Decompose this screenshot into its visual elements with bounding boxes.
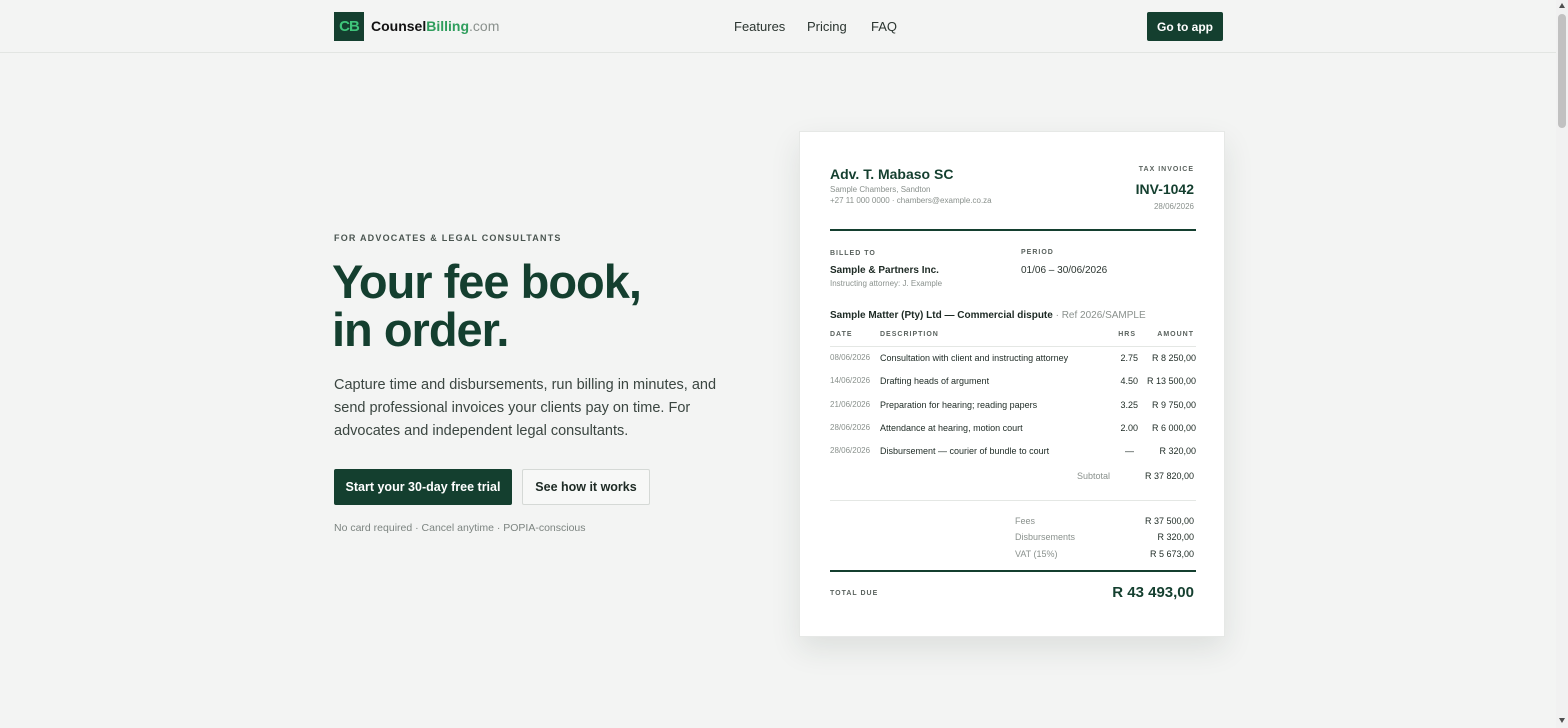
line-hrs: 2.00 bbox=[1120, 423, 1138, 433]
go-to-app-button[interactable]: Go to app bbox=[1147, 12, 1223, 41]
scroll-up-arrow-icon[interactable] bbox=[1559, 3, 1565, 8]
table-row: 08/06/2026 Consultation with client and … bbox=[830, 353, 1196, 367]
hero-title-line-2: in order. bbox=[332, 303, 509, 356]
table-row: 21/06/2026 Preparation for hearing; read… bbox=[830, 400, 1196, 414]
line-date: 28/06/2026 bbox=[830, 423, 871, 432]
nav-link-pricing[interactable]: Pricing bbox=[807, 19, 847, 34]
summary-fees-value: R 37 500,00 bbox=[1144, 516, 1194, 526]
summary-disbursements-label: Disbursements bbox=[1015, 532, 1076, 542]
table-row: 28/06/2026 Disbursement — courier of bun… bbox=[830, 446, 1196, 460]
subtotal-value: R 37 820,00 bbox=[1144, 471, 1194, 481]
line-hrs: 4.50 bbox=[1120, 376, 1138, 386]
columns-divider bbox=[830, 346, 1196, 347]
summary-vat-value: R 5 673,00 bbox=[1149, 549, 1194, 559]
table-row: 14/06/2026 Drafting heads of argument 4.… bbox=[830, 376, 1196, 390]
nav-link-faq[interactable]: FAQ bbox=[871, 19, 897, 34]
line-amount: R 9 750,00 bbox=[1151, 400, 1196, 410]
matter-ref: · Ref 2026/SAMPLE bbox=[1052, 310, 1146, 321]
logo-domain: .com bbox=[469, 18, 500, 34]
hero-title-line-1: Your fee book, bbox=[332, 255, 642, 308]
total-due-value: R 43 493,00 bbox=[1112, 584, 1194, 601]
table-row: 28/06/2026 Attendance at hearing, motion… bbox=[830, 423, 1196, 437]
period-label: PERIOD bbox=[1021, 249, 1054, 256]
line-amount: R 6 000,00 bbox=[1151, 423, 1196, 433]
line-hrs: 3.25 bbox=[1120, 400, 1138, 410]
line-amount: R 320,00 bbox=[1159, 446, 1196, 456]
col-description: DESCRIPTION bbox=[880, 331, 939, 338]
line-date: 21/06/2026 bbox=[830, 400, 871, 409]
billed-to-attorney: Instructing attorney: J. Example bbox=[830, 279, 943, 288]
logo-wordmark[interactable]: CounselBilling.com bbox=[371, 18, 499, 34]
line-description: Preparation for hearing; reading papers bbox=[880, 400, 1038, 410]
logo-counsel: Counsel bbox=[371, 18, 427, 34]
hero-title: Your fee book, in order. bbox=[332, 255, 642, 356]
invoice-doc-type: TAX INVOICE bbox=[1138, 166, 1194, 173]
summary-fees-label: Fees bbox=[1015, 516, 1036, 526]
billed-to-label: BILLED TO bbox=[830, 250, 876, 257]
hero-description: Capture time and disbursements, run bill… bbox=[334, 377, 717, 439]
summary-disbursements-value: R 320,00 bbox=[1157, 532, 1194, 542]
logo-billing: Billing bbox=[426, 18, 470, 34]
line-hrs: — bbox=[1125, 446, 1134, 456]
top-navigation-bar: CB CounselBilling.com Features Pricing F… bbox=[0, 0, 1556, 53]
line-description: Drafting heads of argument bbox=[880, 376, 990, 386]
line-date: 08/06/2026 bbox=[830, 353, 871, 362]
col-date: DATE bbox=[830, 331, 853, 338]
invoice-chambers: Sample Chambers, Sandton bbox=[830, 185, 931, 194]
matter-heading: Sample Matter (Pty) Ltd — Commercial dis… bbox=[830, 310, 1146, 321]
line-description: Attendance at hearing, motion court bbox=[880, 423, 1023, 433]
subtotal-divider bbox=[830, 500, 1196, 501]
line-description: Consultation with client and instructing… bbox=[880, 353, 1069, 363]
period-value: 01/06 – 30/06/2026 bbox=[1021, 265, 1108, 276]
invoice-date: 28/06/2026 bbox=[1153, 202, 1194, 211]
header-divider bbox=[830, 229, 1196, 231]
hero-fineprint: No card required · Cancel anytime · POPI… bbox=[334, 522, 586, 534]
subtotal-label: Subtotal bbox=[1076, 471, 1110, 481]
scrollbar-thumb[interactable] bbox=[1558, 14, 1566, 128]
invoice-advocate-name: Adv. T. Mabaso SC bbox=[830, 166, 954, 182]
summary-vat-label: VAT (15%) bbox=[1015, 549, 1058, 559]
start-free-trial-button[interactable]: Start your 30-day free trial bbox=[334, 469, 512, 505]
page-scrollbar[interactable] bbox=[1556, 0, 1568, 728]
total-due-label: TOTAL DUE bbox=[830, 590, 879, 597]
scroll-down-arrow-icon[interactable] bbox=[1559, 718, 1565, 723]
line-hrs: 2.75 bbox=[1120, 353, 1138, 363]
logo-mark-icon[interactable]: CB bbox=[334, 12, 364, 41]
nav-link-features[interactable]: Features bbox=[734, 19, 785, 34]
col-amount: AMOUNT bbox=[1157, 331, 1194, 338]
matter-title: Sample Matter (Pty) Ltd — Commercial dis… bbox=[830, 310, 1053, 321]
line-description: Disbursement — courier of bundle to cour… bbox=[880, 446, 1050, 456]
see-how-it-works-button[interactable]: See how it works bbox=[522, 469, 650, 505]
line-date: 28/06/2026 bbox=[830, 446, 871, 455]
col-hrs: HRS bbox=[1118, 331, 1136, 338]
billed-to-name: Sample & Partners Inc. bbox=[830, 265, 939, 276]
invoice-contact: +27 11 000 0000 · chambers@example.co.za bbox=[830, 196, 992, 205]
line-amount: R 13 500,00 bbox=[1146, 376, 1196, 386]
hero-eyebrow: FOR ADVOCATES & LEGAL CONSULTANTS bbox=[334, 233, 562, 243]
line-amount: R 8 250,00 bbox=[1151, 353, 1196, 363]
invoice-number: INV-1042 bbox=[1135, 181, 1194, 197]
sample-invoice: Adv. T. Mabaso SC Sample Chambers, Sandt… bbox=[799, 131, 1225, 637]
line-date: 14/06/2026 bbox=[830, 376, 871, 385]
total-divider bbox=[830, 570, 1196, 572]
